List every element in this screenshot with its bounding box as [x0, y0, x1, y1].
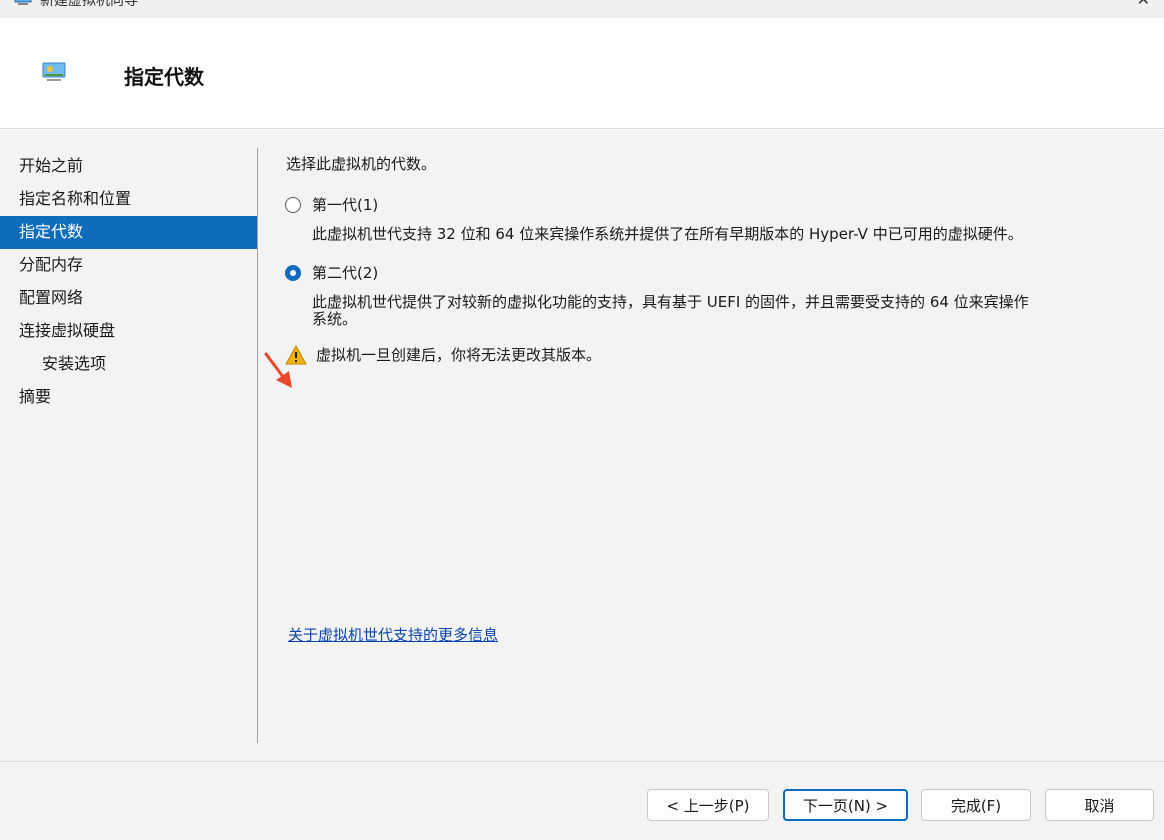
virtual-machine-icon: [42, 62, 66, 81]
generation-1-description: 此虚拟机世代支持 32 位和 64 位来宾操作系统并提供了在所有早期版本的 Hy…: [312, 225, 1023, 243]
wizard-footer: < 上一步(P) 下一页(N) > 完成(F) 取消: [0, 761, 1164, 840]
hyperv-window-icon: [14, 0, 32, 5]
nav-item-name-and-location[interactable]: 指定名称和位置: [0, 183, 257, 216]
more-info-link[interactable]: 关于虚拟机世代支持的更多信息: [288, 624, 498, 645]
next-button[interactable]: 下一页(N) >: [783, 789, 908, 821]
nav-item-connect-virtual-hard-disk[interactable]: 连接虚拟硬盘: [0, 315, 257, 348]
generation-prompt: 选择此虚拟机的代数。: [286, 155, 437, 173]
warning-text: 虚拟机一旦创建后，你将无法更改其版本。: [316, 346, 602, 364]
cancel-button[interactable]: 取消: [1045, 789, 1154, 821]
previous-button[interactable]: < 上一步(P): [647, 789, 769, 821]
finish-button[interactable]: 完成(F): [921, 789, 1031, 821]
generation-2-radio[interactable]: [285, 264, 301, 281]
nav-divider: [257, 148, 258, 743]
generation-2-label[interactable]: 第二代(2): [312, 262, 378, 283]
version-warning: 虚拟机一旦创建后，你将无法更改其版本。: [285, 344, 601, 365]
generation-2-option[interactable]: 第二代(2): [285, 262, 378, 283]
nav-item-specify-generation[interactable]: 指定代数: [0, 216, 257, 249]
generation-1-option[interactable]: 第一代(1): [285, 194, 378, 215]
generation-2-description-line2: 系统。: [312, 310, 358, 328]
window-title: 新建虚拟机向导: [40, 0, 138, 9]
title-bar: 新建虚拟机向导 ✕: [0, 0, 1164, 18]
page-title: 指定代数: [124, 65, 204, 89]
nav-item-summary[interactable]: 摘要: [0, 381, 257, 414]
nav-item-before-you-begin[interactable]: 开始之前: [0, 150, 257, 183]
nav-item-configure-networking[interactable]: 配置网络: [0, 282, 257, 315]
nav-item-installation-options[interactable]: 安装选项: [0, 348, 257, 381]
nav-item-assign-memory[interactable]: 分配内存: [0, 249, 257, 282]
annotation-arrow-icon: [264, 352, 292, 388]
generation-1-label[interactable]: 第一代(1): [312, 194, 378, 215]
wizard-steps-nav: 开始之前 指定名称和位置 指定代数 分配内存 配置网络 连接虚拟硬盘 安装选项 …: [0, 150, 257, 414]
wizard-header: 指定代数: [0, 18, 1164, 129]
generation-2-description-line1: 此虚拟机世代提供了对较新的虚拟化功能的支持，具有基于 UEFI 的固件，并且需要…: [312, 293, 1029, 311]
close-icon[interactable]: ✕: [1137, 0, 1150, 9]
wizard-body: 开始之前 指定名称和位置 指定代数 分配内存 配置网络 连接虚拟硬盘 安装选项 …: [0, 130, 1164, 761]
generation-1-radio[interactable]: [285, 196, 301, 213]
